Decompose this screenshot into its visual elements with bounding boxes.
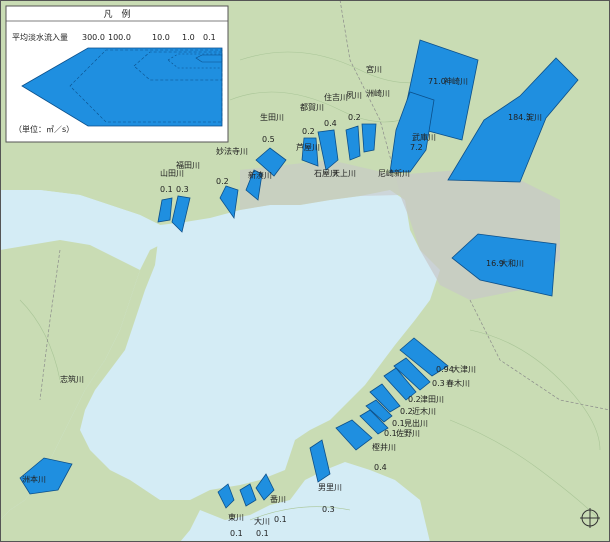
value-banka: 0.1 [274,515,287,524]
label-otoko: 男里川 [318,483,342,492]
legend-scale-1: 1.0 [182,33,195,42]
label-sumiyoshi: 住吉川 [324,92,348,102]
value-otoko: 0.3 [322,505,335,514]
label-higashi: 東川 [228,512,244,522]
value-fukuda: 0.3 [176,185,189,194]
value-harukigawa: 0.3 [432,379,445,388]
flow-value-yodo: 184.3 [508,113,531,122]
flow-label-kanzaki: 神崎川 [444,76,468,86]
legend-flow-label: 平均淡水流入量 [12,32,68,42]
legend-scale-0-1: 0.1 [203,33,216,42]
value-mito: 0.1 [392,419,405,428]
legend-unit: （単位：㎥／s） [14,124,74,134]
value-otsu: 0.94 [436,365,454,374]
label-ikuta: 生田川 [260,112,284,122]
value-shukugawa: 0.2 [348,113,361,122]
label-mito: 見出川 [404,418,428,428]
value-sano: 0.1 [384,429,397,438]
legend-title: 凡 例 [103,8,130,20]
legend-scale-10: 10.0 [152,33,170,42]
label-myoho: 妙法寺川 [216,146,248,156]
label-shitsuki: 志筑川 [60,374,84,384]
value-ikuta: 0.5 [262,135,275,144]
label-suzaki: 洲崎川 [366,88,390,98]
arrow-shukugawa [361,123,377,153]
legend-scale-100: 100.0 [108,33,131,42]
flow-label-sumotohama: 洲本川 [22,474,46,484]
value-ou: 0.1 [256,529,269,538]
legend-scale-300: 300.0 [82,33,105,42]
flow-label-muko: 武庫川 [412,132,436,142]
label-kashii: 樫井川 [372,442,396,452]
label-amagasaki: 尼崎新川 [378,168,410,178]
value-tsuda: 0.2 [408,395,421,404]
label-kogi: 近木川 [412,406,436,416]
label-toga: 都賀川 [300,102,324,112]
label-harukigawa: 春木川 [446,378,470,388]
flow-value-kanzaki: 71.0 [428,77,446,86]
value-sumiyoshi: 0.4 [324,119,337,128]
value-higashi: 0.1 [230,529,243,538]
value-myoho: 0.2 [216,177,229,186]
osaka-bay-freshwater-inflow-map: 凡 例 平均淡水流入量 300.0 100.0 10.0 1.0 0.1 （単位… [0,0,610,542]
map-canvas: 凡 例 平均淡水流入量 300.0 100.0 10.0 1.0 0.1 （単位… [0,0,610,542]
flow-value-yamato: 16.9 [486,259,504,268]
label-ashiya: 芦屋川 [296,142,320,152]
value-toga: 0.2 [302,127,315,136]
label-shinminato: 新湊川 [248,170,272,180]
label-ou: 大川 [254,516,270,526]
value-yamada: 0.1 [160,185,173,194]
label-shukugawa: 夙川 [346,91,362,100]
label-tsuda: 津田川 [420,394,444,404]
label-banka: 番川 [270,494,286,504]
value-kogi: 0.2 [400,407,413,416]
legend: 凡 例 平均淡水流入量 300.0 100.0 10.0 1.0 0.1 （単位… [5,5,229,143]
label-tenjo: 天上川 [332,169,356,178]
label-otsu: 大津川 [452,364,476,374]
label-miyagawa: 宮川 [366,64,382,74]
flow-value-muko: 7.2 [410,143,423,152]
value-kashii: 0.4 [374,463,387,472]
label-sano: 佐野川 [396,428,420,438]
label-fukuda: 福田川 [176,161,200,170]
